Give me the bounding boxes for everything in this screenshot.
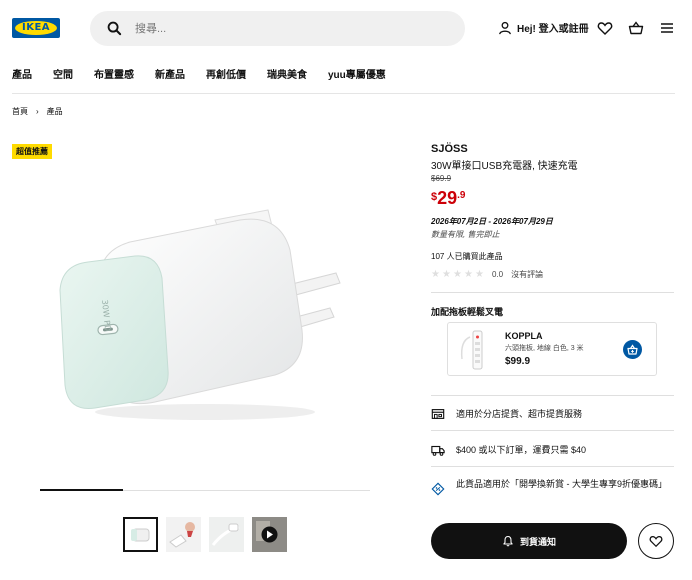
rating-label: 沒有評論 bbox=[511, 270, 544, 279]
divider bbox=[431, 466, 674, 467]
notify-button[interactable]: 到貨通知 bbox=[431, 523, 627, 559]
login-link[interactable]: Hej! 登入或註冊 bbox=[498, 20, 589, 35]
search-input[interactable] bbox=[135, 11, 435, 46]
breadcrumb-products[interactable]: 產品 bbox=[47, 106, 63, 117]
thumb-video[interactable] bbox=[252, 517, 287, 552]
notify-label: 到貨通知 bbox=[519, 536, 556, 547]
divider bbox=[431, 292, 674, 293]
addon-title: 加配拖板輕鬆叉電 bbox=[431, 307, 504, 317]
addon-image bbox=[460, 330, 483, 370]
breadcrumb-separator: › bbox=[36, 107, 39, 116]
search-bar[interactable] bbox=[90, 11, 465, 46]
addon-name: KOPPLA bbox=[505, 331, 543, 341]
limited-note: 數量有限, 售完即止 bbox=[431, 230, 500, 239]
star-icon: ★ bbox=[464, 268, 473, 280]
thumb-hand[interactable] bbox=[166, 517, 201, 552]
service-text: 適用於分店提貨、超市提貨服務 bbox=[456, 409, 583, 419]
product-image[interactable]: 30W PD bbox=[40, 180, 370, 440]
add-to-cart-button[interactable] bbox=[623, 340, 642, 359]
rating-value: 0.0 bbox=[492, 270, 504, 279]
favourite-button[interactable] bbox=[638, 523, 674, 559]
store-icon bbox=[431, 409, 445, 419]
service-text: 此貨品適用於「開學換新賞 - 大學生專享9折優惠碼」 bbox=[456, 479, 668, 489]
service-promo[interactable]: 此貨品適用於「開學換新賞 - 大學生專享9折優惠碼」 bbox=[431, 478, 674, 496]
heart-icon[interactable] bbox=[597, 20, 613, 36]
nav-item-food[interactable]: 瑞典美食 bbox=[267, 66, 307, 81]
star-icon: ★ bbox=[442, 268, 451, 280]
basket-icon bbox=[627, 344, 638, 355]
header: IKEA Hej! 登入或註冊 bbox=[0, 0, 692, 58]
value-badge: 超值推薦 bbox=[12, 144, 52, 159]
nav-item-rooms[interactable]: 空間 bbox=[53, 66, 73, 81]
divider bbox=[431, 430, 674, 431]
star-icon: ★ bbox=[453, 268, 462, 280]
thumbnail-strip bbox=[123, 517, 295, 552]
promo-dates: 2026年07月2日 - 2026年07月29日 bbox=[431, 217, 553, 226]
bell-icon bbox=[503, 535, 513, 547]
breadcrumb: 首頁 › 產品 bbox=[12, 106, 63, 117]
product-name: 30W單接口USB充電器, 快速充電 bbox=[431, 161, 578, 172]
service-text: $400 或以下訂單，運費只需 $40 bbox=[456, 445, 587, 455]
logo-text: IKEA bbox=[21, 22, 51, 33]
search-icon[interactable] bbox=[107, 21, 122, 36]
product-brand: SJÖSS bbox=[431, 143, 468, 155]
old-price: $69.9 bbox=[431, 174, 452, 183]
rating-stars: ★ ★ ★ ★ ★ bbox=[431, 268, 486, 280]
thumb-cable[interactable] bbox=[209, 517, 244, 552]
ikea-logo[interactable]: IKEA bbox=[12, 18, 60, 38]
user-icon bbox=[499, 21, 511, 34]
gallery-progress-fill bbox=[40, 489, 123, 491]
price-decimal: .9 bbox=[457, 190, 466, 201]
addon-desc: 六頭拖板, 地線 白色, 3 米 bbox=[505, 345, 584, 352]
main-nav: 產品 空間 布置靈感 新產品 再創低價 瑞典美食 yuu專屬優惠 bbox=[12, 66, 407, 81]
bought-count: 107 人已購買此產品 bbox=[431, 252, 503, 261]
gallery-progress bbox=[40, 489, 370, 491]
nav-item-new[interactable]: 新產品 bbox=[155, 66, 185, 81]
nav-item-yuu[interactable]: yuu專屬優惠 bbox=[328, 66, 386, 81]
service-delivery[interactable]: $400 或以下訂單，運費只需 $40 bbox=[431, 443, 674, 457]
heart-icon bbox=[649, 536, 663, 548]
nav-divider bbox=[12, 93, 675, 94]
truck-icon bbox=[431, 445, 445, 456]
rating-row[interactable]: ★ ★ ★ ★ ★ 0.0 沒有評論 bbox=[431, 269, 543, 280]
tag-icon bbox=[431, 482, 445, 496]
thumb-charger[interactable] bbox=[123, 517, 158, 552]
nav-item-lower-price[interactable]: 再創低價 bbox=[206, 66, 246, 81]
menu-icon[interactable] bbox=[659, 20, 675, 36]
service-pickup[interactable]: 適用於分店提貨、超市提貨服務 bbox=[431, 407, 674, 421]
nav-item-inspiration[interactable]: 布置靈感 bbox=[94, 66, 134, 81]
addon-card[interactable]: KOPPLA 六頭拖板, 地線 白色, 3 米 $99.9 bbox=[447, 322, 657, 376]
nav-item-products[interactable]: 產品 bbox=[12, 66, 32, 81]
breadcrumb-home[interactable]: 首頁 bbox=[12, 106, 28, 117]
basket-icon[interactable] bbox=[628, 20, 644, 36]
current-price: $ 29 .9 bbox=[431, 188, 466, 208]
price-integer: 29 bbox=[437, 188, 458, 208]
divider bbox=[431, 395, 674, 396]
star-icon: ★ bbox=[431, 268, 440, 280]
star-icon: ★ bbox=[475, 268, 484, 280]
addon-price: $99.9 bbox=[505, 356, 531, 367]
login-label: Hej! 登入或註冊 bbox=[517, 24, 589, 35]
